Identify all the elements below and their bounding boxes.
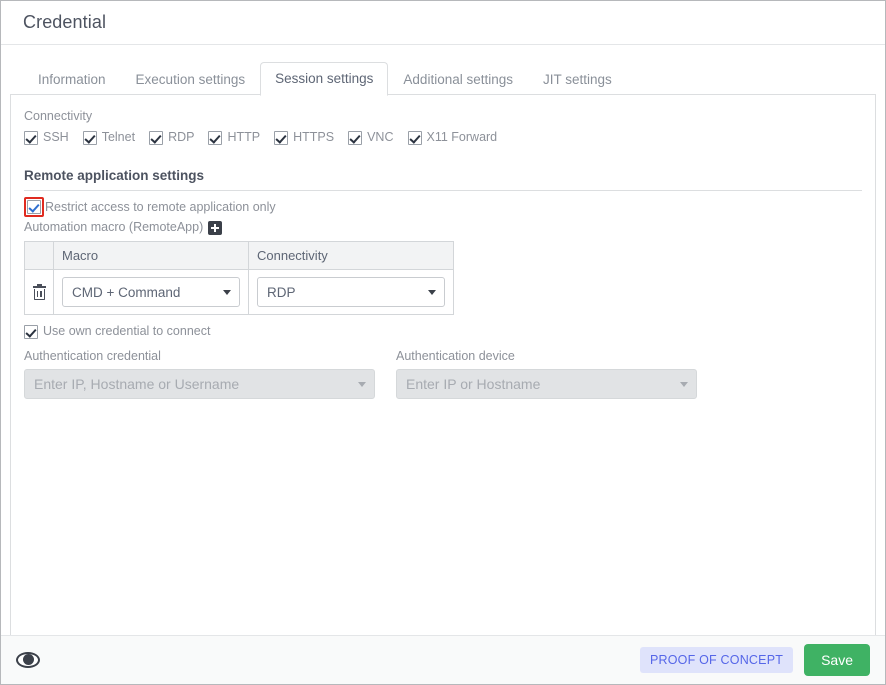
use-own-credential-row[interactable]: Use own credential to connect (24, 324, 862, 339)
checkbox-x11-forward[interactable] (407, 130, 422, 145)
authentication-device-group: Authentication device Enter IP or Hostna… (396, 349, 697, 399)
dialog-titlebar: Credential (1, 1, 885, 45)
connectivity-options: SSH Telnet RDP HTTP HTTPS VNC X11 Forwar… (24, 130, 862, 145)
checkbox-rdp[interactable] (149, 130, 164, 145)
connectivity-option-telnet[interactable]: Telnet (82, 130, 136, 145)
chevron-down-icon (358, 381, 366, 387)
restrict-access-highlight (24, 197, 44, 217)
authentication-credential-select[interactable]: Enter IP, Hostname or Username (24, 369, 375, 399)
tab-jit-settings[interactable]: JIT settings (528, 63, 627, 96)
connectivity-label: Connectivity (24, 109, 93, 123)
row-connectivity-select[interactable]: RDP (257, 277, 445, 307)
table-header-connectivity: Connectivity (248, 241, 454, 270)
connectivity-option-rdp[interactable]: RDP (149, 130, 194, 145)
checkbox-use-own-credential[interactable] (24, 324, 38, 339)
authentication-fields: Authentication credential Enter IP, Host… (24, 349, 862, 399)
connectivity-option-http-label: HTTP (227, 130, 261, 144)
connectivity-option-vnc[interactable]: VNC (348, 130, 394, 145)
restrict-access-row[interactable]: Restrict access to remote application on… (24, 197, 862, 217)
dialog-footer: PROOF OF CONCEPT Save (1, 635, 885, 684)
section-divider (24, 190, 862, 191)
restrict-access-label: Restrict access to remote application on… (45, 199, 276, 214)
table-row: CMD + Command RDP (24, 269, 454, 315)
authentication-credential-group: Authentication credential Enter IP, Host… (24, 349, 375, 399)
connectivity-option-ssh[interactable]: SSH (24, 130, 69, 145)
status-badge: PROOF OF CONCEPT (640, 647, 794, 673)
save-button[interactable]: Save (804, 644, 870, 676)
authentication-credential-label: Authentication credential (24, 349, 161, 363)
table-header-macro: Macro (53, 241, 249, 270)
checkbox-vnc[interactable] (348, 130, 363, 145)
chevron-down-icon (680, 381, 688, 387)
authentication-device-placeholder: Enter IP or Hostname (406, 376, 541, 392)
connectivity-option-telnet-label: Telnet (101, 130, 136, 144)
checkbox-telnet[interactable] (82, 130, 97, 145)
automation-macro-label: Automation macro (RemoteApp) (24, 220, 204, 234)
connectivity-option-http[interactable]: HTTP (208, 130, 260, 145)
checkbox-ssh[interactable] (24, 130, 38, 145)
macro-select[interactable]: CMD + Command (62, 277, 240, 307)
table-cell-connectivity: RDP (248, 269, 454, 315)
authentication-device-label: Authentication device (396, 349, 515, 363)
connectivity-option-vnc-label: VNC (367, 130, 394, 144)
connectivity-option-x11-forward-label: X11 Forward (426, 130, 498, 144)
plus-icon[interactable] (208, 220, 223, 235)
tab-bar: Information Execution settings Session s… (10, 62, 876, 96)
connectivity-option-https[interactable]: HTTPS (274, 130, 334, 145)
table-header-row: Macro Connectivity (24, 241, 454, 270)
connectivity-option-rdp-label: RDP (168, 130, 195, 144)
connectivity-option-https-label: HTTPS (293, 130, 335, 144)
eye-icon[interactable] (16, 652, 40, 668)
checkbox-restrict-access[interactable] (27, 200, 41, 214)
checkbox-https[interactable] (274, 130, 289, 145)
chevron-down-icon (223, 289, 231, 295)
remote-application-heading: Remote application settings (24, 168, 205, 183)
tab-additional-settings[interactable]: Additional settings (388, 63, 528, 96)
row-connectivity-select-value: RDP (267, 284, 296, 300)
trash-icon[interactable] (32, 283, 46, 300)
chevron-down-icon (428, 289, 436, 295)
authentication-device-select[interactable]: Enter IP or Hostname (396, 369, 697, 399)
tab-information[interactable]: Information (23, 63, 121, 96)
tab-session-settings[interactable]: Session settings (260, 62, 389, 96)
automation-macro-table: Macro Connectivity CMD + Command RDP (24, 241, 454, 315)
tab-execution-settings[interactable]: Execution settings (121, 63, 261, 96)
page-title: Credential (23, 12, 107, 32)
connectivity-option-ssh-label: SSH (43, 130, 69, 144)
use-own-credential-label: Use own credential to connect (43, 324, 211, 338)
macro-select-value: CMD + Command (72, 284, 181, 300)
dialog-body: Information Execution settings Session s… (1, 45, 885, 635)
checkbox-http[interactable] (208, 130, 223, 145)
table-header-actions (24, 241, 54, 270)
automation-macro-row: Automation macro (RemoteApp) (24, 220, 862, 235)
table-cell-macro: CMD + Command (53, 269, 249, 315)
table-cell-delete[interactable] (24, 269, 54, 315)
session-settings-panel: Connectivity SSH Telnet RDP HTTP HTTPS V… (10, 94, 876, 635)
authentication-credential-placeholder: Enter IP, Hostname or Username (34, 376, 240, 392)
credential-dialog: Credential Information Execution setting… (0, 0, 886, 685)
connectivity-option-x11-forward[interactable]: X11 Forward (407, 130, 498, 145)
